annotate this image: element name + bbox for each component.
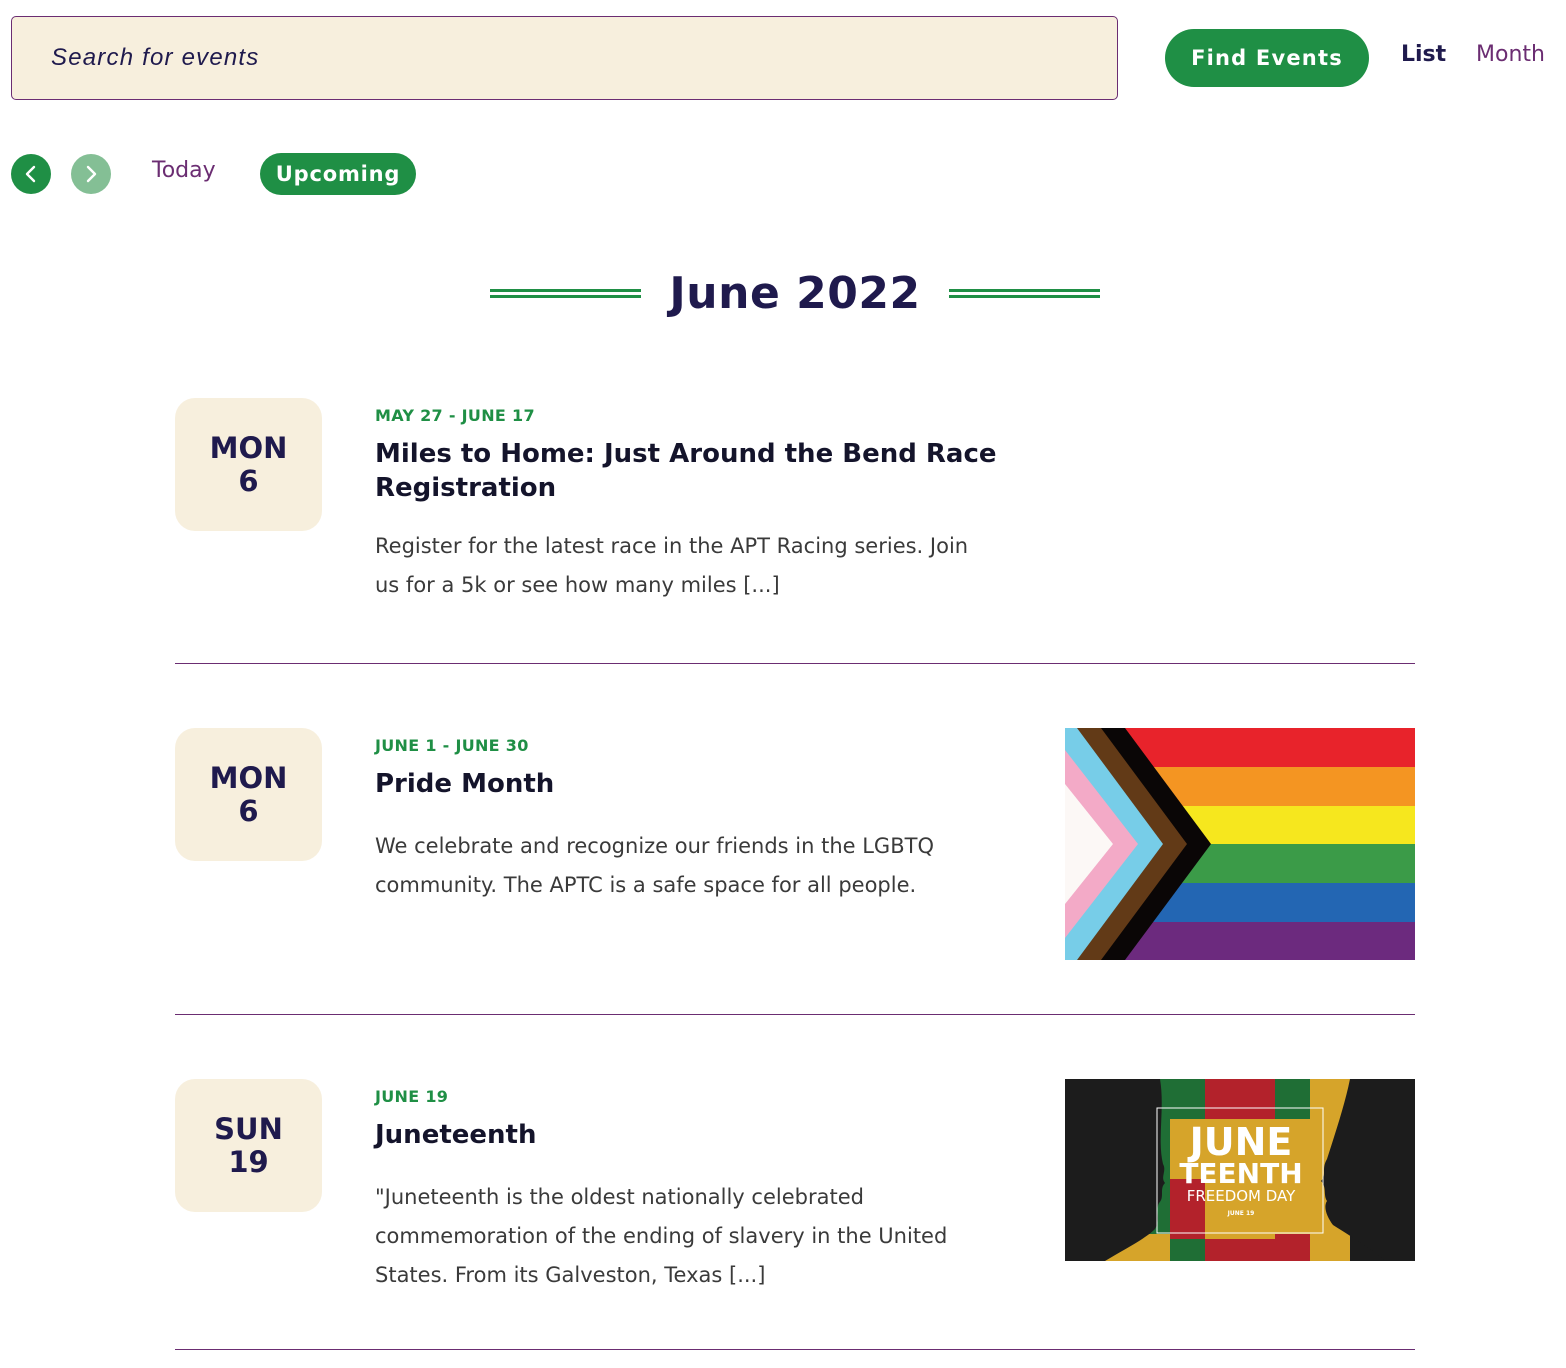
event-details: JUNE 19 Juneteenth "Juneteenth is the ol…	[375, 1079, 1015, 1295]
heading-rule-left	[490, 289, 642, 298]
progress-pride-flag-graphic	[1065, 728, 1415, 960]
date-day: 19	[228, 1144, 269, 1179]
date-weekday: SUN	[214, 1111, 283, 1146]
event-description: "Juneteenth is the oldest nationally cel…	[375, 1185, 948, 1287]
view-month-tab[interactable]: Month	[1476, 42, 1545, 67]
date-weekday: MON	[209, 760, 288, 795]
event-divider	[175, 1014, 1415, 1015]
pride-flag-image[interactable]	[1065, 728, 1415, 960]
banner-text-date: JUNE 19	[1227, 1210, 1255, 1217]
next-button[interactable]	[71, 154, 111, 194]
event-item: SUN 19 JUNE 19 Juneteenth "Juneteenth is…	[175, 1079, 1415, 1309]
chevron-right-icon	[86, 165, 97, 183]
event-title-link[interactable]: Pride Month	[375, 767, 1015, 801]
date-day: 6	[238, 463, 259, 498]
date-tile: MON 6	[175, 728, 322, 861]
event-divider	[175, 663, 1415, 664]
event-divider	[175, 1349, 1415, 1350]
juneteenth-image[interactable]: JUNE TEENTH FREEDOM DAY JUNE 19	[1065, 1079, 1415, 1261]
search-input[interactable]	[51, 44, 1117, 72]
today-button[interactable]: Today	[152, 158, 216, 183]
upcoming-button[interactable]: Upcoming	[260, 153, 416, 195]
banner-text-teenth: TEENTH	[1179, 1157, 1302, 1190]
search-bar	[11, 16, 1118, 100]
event-date-range: MAY 27 - JUNE 17	[375, 406, 535, 425]
chevron-left-icon	[25, 165, 36, 183]
event-details: MAY 27 - JUNE 17 Miles to Home: Just Aro…	[375, 398, 1015, 605]
date-tile: SUN 19	[175, 1079, 322, 1212]
event-description: We celebrate and recognize our friends i…	[375, 834, 934, 897]
find-events-button[interactable]: Find Events	[1165, 29, 1369, 87]
event-date-range: JUNE 19	[375, 1087, 449, 1106]
date-day: 6	[238, 793, 259, 828]
previous-button[interactable]	[11, 154, 51, 194]
heading-rule-right	[948, 289, 1100, 298]
date-tile: MON 6	[175, 398, 322, 531]
event-item: MON 6 JUNE 1 - JUNE 30 Pride Month We ce…	[175, 728, 1415, 968]
month-separator: June 2022	[0, 268, 1566, 319]
view-list-tab[interactable]: List	[1401, 42, 1446, 67]
event-item: MON 6 MAY 27 - JUNE 17 Miles to Home: Ju…	[175, 398, 1415, 628]
banner-text-freedom-day: FREEDOM DAY	[1187, 1187, 1296, 1205]
month-title: June 2022	[669, 268, 921, 319]
event-details: JUNE 1 - JUNE 30 Pride Month We celebrat…	[375, 728, 1015, 905]
event-date-range: JUNE 1 - JUNE 30	[375, 736, 529, 755]
event-title-link[interactable]: Juneteenth	[375, 1118, 1015, 1152]
event-title-link[interactable]: Miles to Home: Just Around the Bend Race…	[375, 437, 1015, 505]
date-weekday: MON	[209, 430, 288, 465]
juneteenth-banner-graphic: JUNE TEENTH FREEDOM DAY JUNE 19	[1065, 1079, 1415, 1261]
event-description: Register for the latest race in the APT …	[375, 534, 969, 597]
